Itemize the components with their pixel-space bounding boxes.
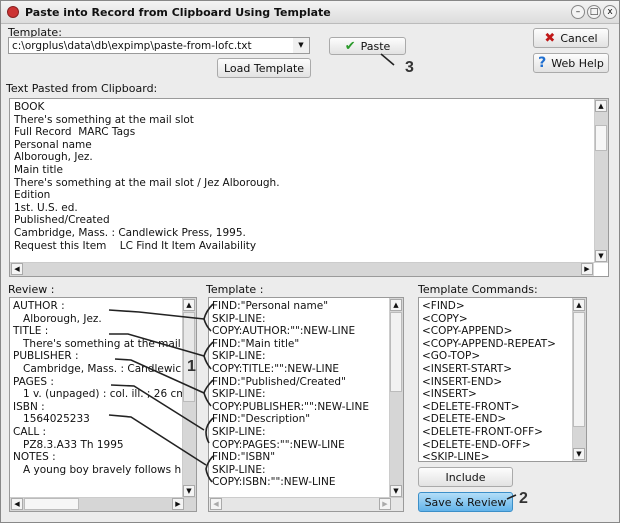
annotation-bracket <box>205 417 214 444</box>
annotation-bracket <box>203 341 214 370</box>
dialog-window: Paste into Record from Clipboard Using T… <box>0 0 620 523</box>
annotation-line <box>506 494 517 500</box>
annotation-line <box>110 384 205 431</box>
annotation-line <box>108 309 205 320</box>
annotation-bracket <box>203 379 214 407</box>
annotation-1: 1 <box>187 358 196 375</box>
annotation-3: 3 <box>405 59 414 76</box>
annotation-overlay: 1 3 2 <box>108 53 528 507</box>
annotation-line <box>109 333 205 357</box>
annotation-bracket <box>203 303 214 332</box>
annotation-bracket <box>205 455 214 483</box>
annotation-2: 2 <box>519 490 528 507</box>
annotation-line <box>380 53 395 66</box>
